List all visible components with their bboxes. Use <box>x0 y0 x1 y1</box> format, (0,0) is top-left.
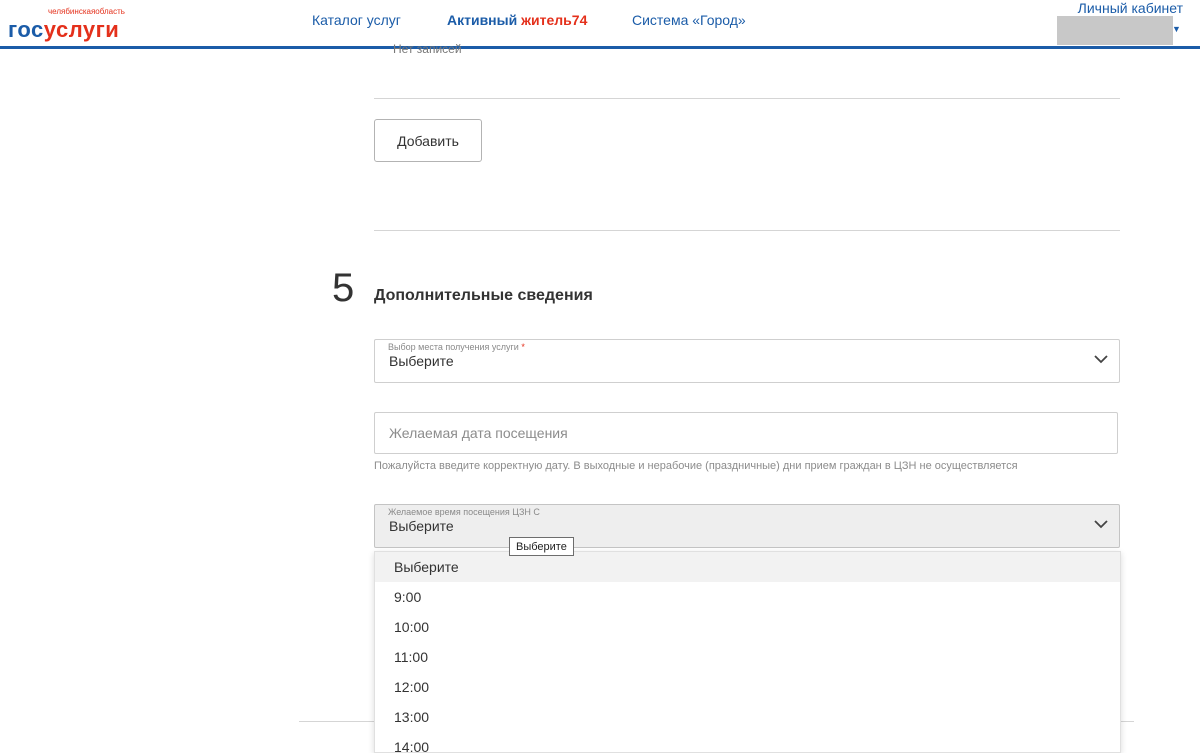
chevron-down-icon <box>1094 520 1108 529</box>
dropdown-option[interactable]: 10:00 <box>375 612 1120 642</box>
personal-cabinet-link[interactable]: Личный кабинет <box>1078 0 1183 16</box>
logo-uslugi: услуги <box>43 17 120 42</box>
logo-region-text: челябинскаяобласть <box>48 7 125 16</box>
visit-time-select[interactable]: Желаемое время посещения ЦЗН С Выберите <box>374 504 1120 548</box>
top-header: челябинскаяобласть госуслуги Каталог усл… <box>0 0 1200 46</box>
service-place-select[interactable]: Выбор места получения услуги * Выберите <box>374 339 1120 383</box>
dropdown-option[interactable]: 9:00 <box>375 582 1120 612</box>
field-label: Желаемое время посещения ЦЗН С <box>388 507 540 517</box>
select-value: Выберите <box>389 353 454 369</box>
dropdown-option[interactable]: 11:00 <box>375 642 1120 672</box>
caret-down-icon[interactable]: ▼ <box>1172 24 1181 34</box>
field-label: Выбор места получения услуги * <box>388 342 525 352</box>
user-name-redacted[interactable] <box>1057 16 1173 45</box>
visit-date-input[interactable] <box>374 412 1118 454</box>
tooltip: Выберите <box>509 537 574 556</box>
logo-gos: гос <box>8 17 44 42</box>
select-value: Выберите <box>389 518 454 534</box>
step-title: Дополнительные сведения <box>374 287 593 304</box>
no-records-text: Нет записей <box>393 42 462 56</box>
time-options-dropdown: Выберите 9:00 10:00 11:00 12:00 13:00 14… <box>374 551 1121 753</box>
date-hint-text: Пожалуйста введите корректную дату. В вы… <box>374 460 1018 472</box>
step-number: 5 <box>332 266 355 310</box>
nav-gorod-system[interactable]: Система «Город» <box>632 12 746 28</box>
dropdown-option[interactable]: 12:00 <box>375 672 1120 702</box>
section-divider <box>374 230 1120 231</box>
section-divider <box>374 98 1120 99</box>
header-divider-line <box>0 46 1200 49</box>
add-button[interactable]: Добавить <box>374 119 482 162</box>
nav-catalog[interactable]: Каталог услуг <box>312 12 401 28</box>
gosuslugi-logo[interactable]: челябинскаяобласть госуслуги <box>8 6 138 42</box>
dropdown-option[interactable]: Выберите <box>375 552 1120 582</box>
nav-active-citizen[interactable]: Активный житель74 <box>447 12 587 28</box>
required-mark: * <box>521 342 525 352</box>
dropdown-option[interactable]: 14:00 <box>375 732 1120 752</box>
dropdown-option[interactable]: 13:00 <box>375 702 1120 732</box>
chevron-down-icon <box>1094 355 1108 364</box>
